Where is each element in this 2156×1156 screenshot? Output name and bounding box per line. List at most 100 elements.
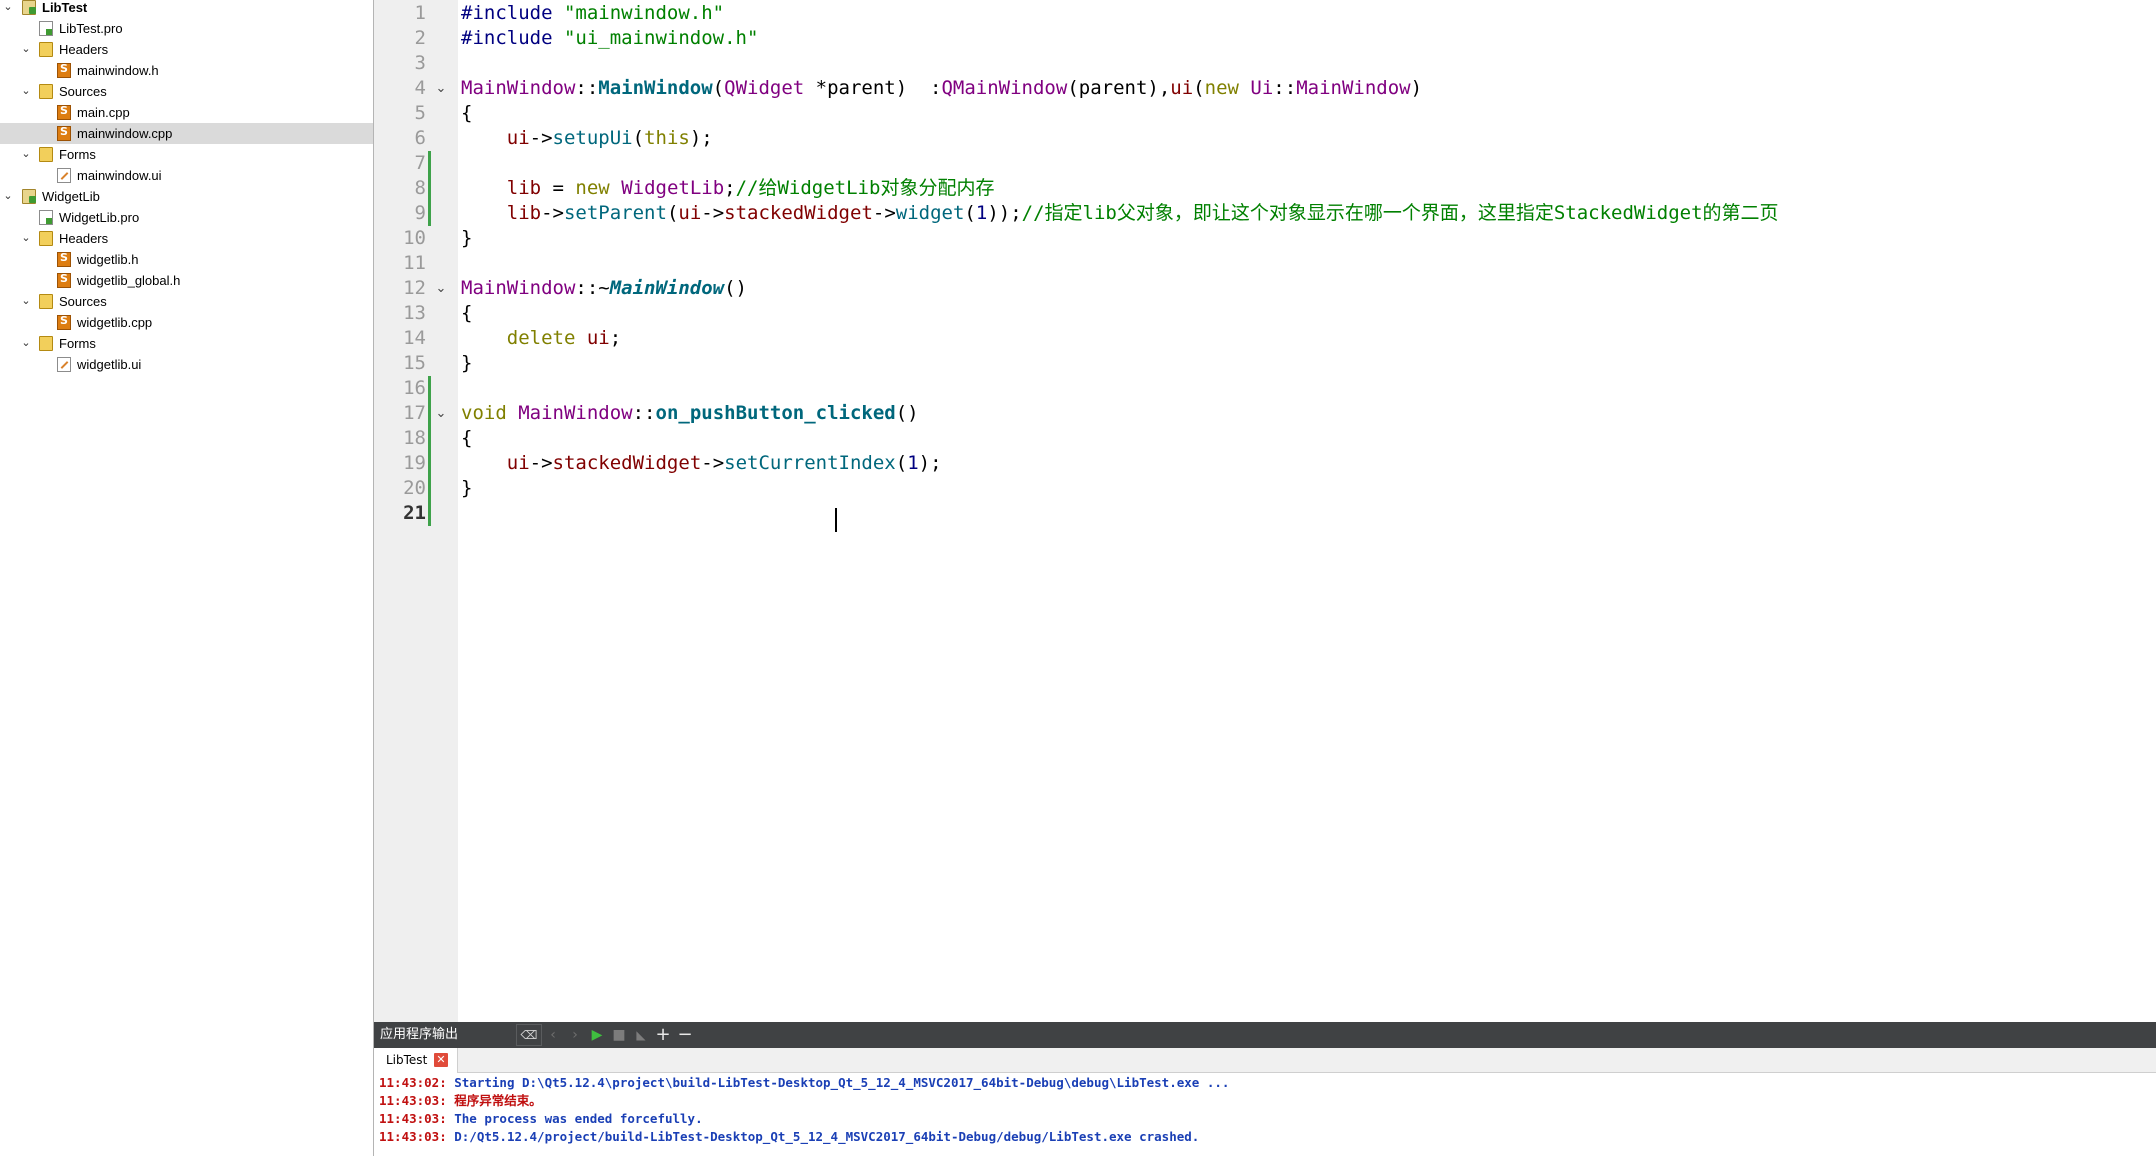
headers-folder-icon bbox=[39, 231, 53, 246]
attach-debugger-icon[interactable]: ◣ bbox=[632, 1025, 650, 1045]
tree-item[interactable]: ⌄ Headers bbox=[0, 39, 373, 60]
stop-icon[interactable]: ■ bbox=[610, 1025, 628, 1045]
tree-item-label: Forms bbox=[59, 336, 96, 351]
tree-item[interactable]: WidgetLib.pro bbox=[0, 207, 373, 228]
line-number: 12 bbox=[403, 277, 426, 299]
fold-marker-icon[interactable]: ⌄ bbox=[434, 401, 448, 426]
close-icon[interactable]: ✕ bbox=[434, 1053, 448, 1067]
clear-output-icon[interactable]: ⌫ bbox=[520, 1025, 538, 1045]
code-line[interactable]: } bbox=[461, 226, 472, 251]
tree-item[interactable]: widgetlib.h bbox=[0, 249, 373, 270]
tree-item[interactable]: mainwindow.h bbox=[0, 60, 373, 81]
code-line[interactable]: { bbox=[461, 301, 472, 326]
log-line: 11:43:02: Starting D:\Qt5.12.4\project\b… bbox=[379, 1074, 1229, 1092]
tree-item-label: LibTest bbox=[42, 0, 88, 15]
source-file-icon bbox=[57, 104, 71, 120]
code-token: this bbox=[644, 127, 690, 149]
code-line[interactable]: } bbox=[461, 476, 472, 501]
tree-item[interactable]: widgetlib_global.h bbox=[0, 270, 373, 291]
chevron-down-icon[interactable]: ⌄ bbox=[19, 334, 33, 352]
code-line[interactable]: #include "mainwindow.h" bbox=[461, 1, 724, 26]
code-token: } bbox=[461, 227, 473, 249]
header-file-icon bbox=[57, 251, 71, 267]
chevron-down-icon[interactable]: ⌄ bbox=[19, 82, 33, 100]
chevron-down-icon[interactable]: ⌄ bbox=[1, 187, 15, 205]
output-tab-libtest[interactable]: LibTest ✕ bbox=[374, 1048, 458, 1073]
log-message: 程序异常结束。 bbox=[446, 1093, 542, 1108]
code-editor[interactable]: 1 2 3 4 ⌄ 5 6 7 8 9 10 11 12 ⌄ 13 14 15 16 17 ⌄ 18 19 20 21 #in… bbox=[374, 0, 2156, 1022]
code-token: } bbox=[461, 352, 473, 374]
code-token: MainWindow bbox=[598, 77, 713, 99]
code-token: :: bbox=[1273, 77, 1297, 99]
line-number-gutter: 1 2 3 4 ⌄ 5 6 7 8 9 10 11 12 ⌄ 13 14 15 16 17 ⌄ 18 19 20 21 bbox=[374, 0, 458, 1022]
tree-item[interactable]: main.cpp bbox=[0, 102, 373, 123]
chevron-down-icon[interactable]: ⌄ bbox=[1, 0, 15, 16]
zoom-out-icon[interactable]: − bbox=[676, 1025, 694, 1045]
output-toolbar: 应用程序输出 ⌫ ‹ › ▶ ■ ◣ + − bbox=[374, 1022, 2156, 1048]
chevron-down-icon[interactable]: ⌄ bbox=[19, 292, 33, 310]
code-token: { bbox=[461, 102, 473, 124]
code-line[interactable]: #include "ui_mainwindow.h" bbox=[461, 26, 758, 51]
code-token: ::~ bbox=[575, 277, 610, 299]
zoom-in-icon[interactable]: + bbox=[654, 1025, 672, 1045]
code-token: new bbox=[1204, 77, 1239, 99]
chevron-down-icon[interactable]: ⌄ bbox=[19, 229, 33, 247]
tree-item[interactable]: ⌄ Forms bbox=[0, 144, 373, 165]
code-line[interactable]: ui->setupUi(this); bbox=[461, 126, 713, 151]
code-token: //给WidgetLib对象分配内存 bbox=[735, 177, 995, 199]
tree-item[interactable]: widgetlib.cpp bbox=[0, 312, 373, 333]
output-pane-title: 应用程序输出 bbox=[380, 1027, 459, 1042]
fold-marker-icon[interactable]: ⌄ bbox=[434, 76, 448, 101]
pro-file-icon bbox=[39, 210, 53, 225]
code-line[interactable]: void MainWindow::on_pushButton_clicked() bbox=[461, 401, 919, 426]
tree-item-label: WidgetLib.pro bbox=[59, 210, 140, 225]
code-token: ; bbox=[724, 177, 736, 199]
log-line: 11:43:03: D:/Qt5.12.4/project/build-LibT… bbox=[379, 1128, 1199, 1146]
code-line[interactable]: } bbox=[461, 351, 472, 376]
project-tree[interactable]: ⌄ LibTest LibTest.pro ⌄ Headers mainwindow.h ⌄… bbox=[0, 0, 374, 1156]
line-number: 16 bbox=[403, 377, 426, 399]
chevron-down-icon[interactable]: ⌄ bbox=[19, 145, 33, 163]
code-line[interactable]: lib->setParent(ui->stackedWidget->widget… bbox=[461, 201, 1779, 226]
tree-item[interactable]: mainwindow.cpp bbox=[0, 123, 373, 144]
tree-item[interactable]: widgetlib.ui bbox=[0, 354, 373, 375]
code-token: ui bbox=[678, 202, 702, 224]
tree-item[interactable]: LibTest.pro bbox=[0, 18, 373, 39]
line-number: 6 bbox=[414, 127, 426, 149]
code-line[interactable]: lib = new WidgetLib;//给WidgetLib对象分配内存 bbox=[461, 176, 995, 201]
tree-item[interactable]: ⌄ LibTest bbox=[0, 0, 373, 18]
output-log[interactable]: 11:43:02: Starting D:\Qt5.12.4\project\b… bbox=[374, 1074, 2156, 1156]
log-line: 11:43:03: The process was ended forceful… bbox=[379, 1110, 703, 1128]
code-line[interactable]: MainWindow::MainWindow(QWidget *parent) … bbox=[461, 76, 1422, 101]
code-token: QMainWindow bbox=[941, 77, 1068, 99]
previous-item-icon[interactable]: ‹ bbox=[544, 1025, 562, 1045]
code-line[interactable]: MainWindow::~MainWindow() bbox=[461, 276, 747, 301]
line-number: 20 bbox=[403, 477, 426, 499]
line-number: 15 bbox=[403, 352, 426, 374]
code-token: ( bbox=[632, 127, 645, 149]
code-line[interactable]: ui->stackedWidget->setCurrentIndex(1); bbox=[461, 451, 942, 476]
code-line[interactable]: { bbox=[461, 101, 472, 126]
code-line[interactable]: { bbox=[461, 426, 472, 451]
run-icon[interactable]: ▶ bbox=[588, 1025, 606, 1045]
tree-item[interactable]: ⌄ Headers bbox=[0, 228, 373, 249]
line-number: 4 bbox=[414, 77, 426, 99]
code-line[interactable]: delete ui; bbox=[461, 326, 621, 351]
chevron-down-icon[interactable]: ⌄ bbox=[19, 40, 33, 58]
tree-item-label: Sources bbox=[59, 294, 107, 309]
code-token: (parent), bbox=[1067, 77, 1171, 99]
tree-item[interactable]: ⌄ Forms bbox=[0, 333, 373, 354]
code-token: MainWindow bbox=[461, 77, 576, 99]
tree-item[interactable]: mainwindow.ui bbox=[0, 165, 373, 186]
tree-item[interactable]: ⌄ Sources bbox=[0, 291, 373, 312]
tree-item[interactable]: ⌄ WidgetLib bbox=[0, 186, 373, 207]
fold-marker-icon[interactable]: ⌄ bbox=[434, 276, 448, 301]
code-token: ( bbox=[1193, 77, 1205, 99]
header-file-icon bbox=[57, 62, 71, 78]
tree-item[interactable]: ⌄ Sources bbox=[0, 81, 373, 102]
sources-folder-icon bbox=[39, 294, 53, 309]
next-item-icon[interactable]: › bbox=[566, 1025, 584, 1045]
tree-item-label: Forms bbox=[59, 147, 96, 162]
